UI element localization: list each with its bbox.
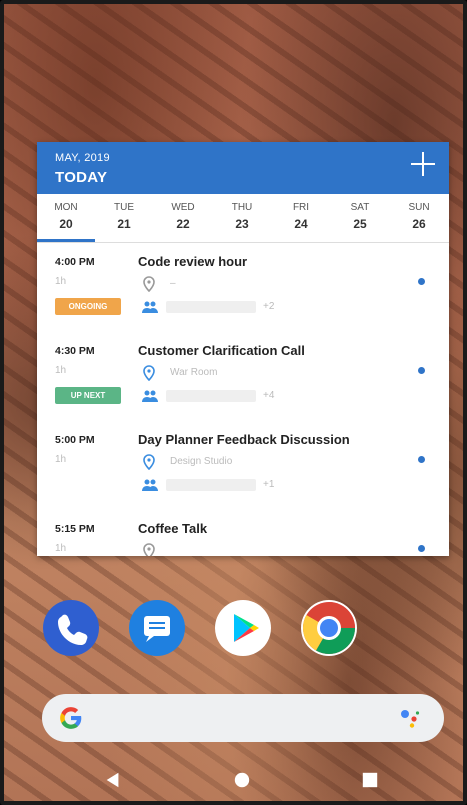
day-name: WED	[171, 202, 195, 213]
location-pin-icon	[143, 365, 155, 381]
people-icon	[142, 301, 158, 313]
event-time: 4:30 PM	[55, 345, 95, 357]
attendee-names-placeholder	[166, 301, 256, 313]
back-icon[interactable]	[104, 771, 122, 789]
event-item[interactable]: 5:15 PM 1h Coffee Talk	[37, 510, 449, 556]
event-duration: 1h	[55, 454, 67, 465]
event-title: Code review hour	[138, 254, 248, 269]
google-search-bar[interactable]	[42, 694, 444, 742]
day-wed[interactable]: WED 22	[161, 202, 205, 231]
messages-icon[interactable]	[129, 600, 185, 656]
day-name: SAT	[350, 202, 370, 213]
phone-glyph	[58, 614, 88, 645]
day-number: 20	[59, 217, 73, 231]
event-item[interactable]: 4:30 PM 1h UP NEXT Customer Clarificatio…	[37, 332, 449, 420]
attendee-extra-count: +1	[263, 479, 275, 490]
calendar-widget[interactable]: MAY, 2019 TODAY MON 20 TUE 21 WED 22 THU…	[37, 142, 449, 556]
recents-icon[interactable]	[362, 772, 378, 788]
widget-header: MAY, 2019 TODAY	[37, 142, 449, 194]
ongoing-badge: ONGOING	[55, 298, 121, 315]
event-time: 5:00 PM	[55, 434, 95, 446]
day-number: 22	[176, 217, 190, 231]
location-text: –	[170, 278, 176, 289]
event-title: Coffee Talk	[138, 521, 208, 536]
event-title: Customer Clarification Call	[138, 343, 305, 358]
chrome-icon[interactable]	[301, 600, 357, 656]
chrome-glyph	[303, 602, 355, 654]
attendee-names-placeholder	[166, 390, 256, 402]
day-number: 24	[294, 217, 308, 231]
home-icon[interactable]	[234, 772, 250, 788]
event-duration: 1h	[55, 276, 67, 287]
event-item[interactable]: 4:00 PM 1h ONGOING Code review hour – +2	[37, 243, 449, 331]
today-button[interactable]: TODAY	[55, 169, 107, 186]
google-icon	[60, 707, 82, 729]
phone-icon[interactable]	[43, 600, 99, 656]
play-store-icon[interactable]	[215, 600, 271, 656]
people-icon	[142, 479, 158, 491]
messages-glyph	[144, 616, 170, 642]
attendee-extra-count: +4	[263, 390, 275, 401]
attendee-extra-count: +2	[263, 301, 275, 312]
assistant-icon[interactable]	[398, 706, 422, 730]
event-dot	[418, 545, 425, 552]
event-item[interactable]: 5:00 PM 1h Day Planner Feedback Discussi…	[37, 421, 449, 509]
day-number: 23	[235, 217, 249, 231]
location-pin-icon	[143, 543, 155, 556]
day-sun[interactable]: SUN 26	[397, 202, 441, 231]
day-number: 21	[117, 217, 131, 231]
event-time: 4:00 PM	[55, 256, 95, 268]
month-label: MAY, 2019	[55, 152, 110, 164]
day-fri[interactable]: FRI 24	[279, 202, 323, 231]
event-time: 5:15 PM	[55, 523, 95, 535]
attendee-names-placeholder	[166, 479, 256, 491]
event-title: Day Planner Feedback Discussion	[138, 432, 350, 447]
selected-day-indicator	[37, 239, 95, 242]
day-name: THU	[231, 202, 253, 213]
event-dot	[418, 278, 425, 285]
location-text: Design Studio	[170, 456, 233, 467]
day-name: MON	[54, 202, 78, 213]
up-next-badge: UP NEXT	[55, 387, 121, 404]
day-tue[interactable]: TUE 21	[102, 202, 146, 231]
day-thu[interactable]: THU 23	[220, 202, 264, 231]
day-name: FRI	[292, 202, 310, 213]
event-duration: 1h	[55, 543, 67, 554]
play-store-glyph	[234, 614, 259, 642]
day-mon[interactable]: MON 20	[44, 202, 88, 231]
day-number: 26	[412, 217, 426, 231]
location-pin-icon	[143, 276, 155, 292]
day-name: TUE	[114, 202, 134, 213]
day-sat[interactable]: SAT 25	[338, 202, 382, 231]
event-dot	[418, 456, 425, 463]
location-pin-icon	[143, 454, 155, 470]
day-number: 25	[353, 217, 367, 231]
location-text: War Room	[170, 367, 218, 378]
week-strip: MON 20 TUE 21 WED 22 THU 23 FRI 24 SAT 2…	[37, 194, 449, 243]
navigation-bar	[4, 759, 463, 801]
plus-icon[interactable]	[411, 152, 435, 176]
day-name: SUN	[408, 202, 430, 213]
phone-frame: MAY, 2019 TODAY MON 20 TUE 21 WED 22 THU…	[0, 0, 467, 805]
people-icon	[142, 390, 158, 402]
event-dot	[418, 367, 425, 374]
event-duration: 1h	[55, 365, 67, 376]
